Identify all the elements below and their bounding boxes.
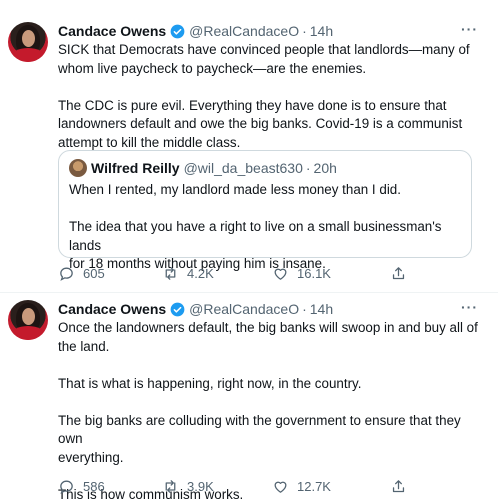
quoted-tweet-line: The idea that you have a right to live o… <box>69 219 442 253</box>
author-handle[interactable]: @RealCandaceO <box>189 301 299 317</box>
share-button[interactable] <box>390 477 415 495</box>
quoted-tweet-line: When I rented, my landlord made less mon… <box>69 182 401 197</box>
verified-badge-icon <box>170 24 185 38</box>
tweet-actions: 605 4.2K 16.1K <box>58 264 458 282</box>
reply-button[interactable]: 586 <box>58 477 105 495</box>
quoted-tweet-timestamp: 20h <box>313 160 337 176</box>
reply-icon <box>60 267 73 281</box>
tweet-line: landowners default and owe the big banks… <box>58 116 463 131</box>
tweet[interactable]: Candace Owens @RealCandaceO · 14h ··· On… <box>0 294 498 500</box>
tweet-line: The big banks are colluding with the gov… <box>58 412 461 447</box>
retweet-count: 3.9K <box>187 478 214 494</box>
tweet-line: That is what is happening, right now, in… <box>58 375 362 391</box>
tweet-text: SICK that Democrats have convinced peopl… <box>58 41 488 152</box>
quoted-tweet[interactable]: Wilfred Reilly @wil_da_beast630 · 20h Wh… <box>58 150 472 271</box>
tweet-actions: 586 3.9K 12.7K <box>58 477 458 495</box>
author-avatar[interactable] <box>8 22 48 62</box>
quoted-author-name: Wilfred Reilly <box>91 160 180 176</box>
author-avatar[interactable] <box>8 300 48 340</box>
reply-count: 605 <box>83 265 105 281</box>
quoted-author-avatar <box>69 159 87 177</box>
quoted-tweet-header: Wilfred Reilly @wil_da_beast630 · 20h <box>91 159 337 177</box>
verified-badge-icon <box>170 302 185 316</box>
tweet-timestamp[interactable]: 14h <box>310 301 333 317</box>
like-count: 16.1K <box>297 265 331 281</box>
retweet-count: 4.2K <box>187 265 214 281</box>
separator-dot: · <box>302 23 307 39</box>
tweet-line: SICK that Democrats have convinced peopl… <box>58 42 470 57</box>
quoted-author-handle: @wil_da_beast630 <box>183 160 303 176</box>
separator-dot: · <box>305 160 311 176</box>
share-icon <box>392 479 405 492</box>
tweet-text: Once the landowners default, the big ban… <box>58 319 488 500</box>
separator-dot: · <box>302 301 307 317</box>
quoted-tweet-text: When I rented, my landlord made less mon… <box>69 181 465 274</box>
tweet[interactable]: Candace Owens @RealCandaceO · 14h ··· SI… <box>0 0 498 293</box>
author-name[interactable]: Candace Owens <box>58 301 166 317</box>
like-button[interactable]: 16.1K <box>272 264 331 282</box>
like-button[interactable]: 12.7K <box>272 477 331 495</box>
tweet-line: whom live paycheck to paycheck—are the e… <box>58 60 367 76</box>
retweet-icon <box>165 479 176 493</box>
retweet-button[interactable]: 3.9K <box>162 477 214 495</box>
tweet-line: The CDC is pure evil. Everything they ha… <box>58 97 447 113</box>
retweet-button[interactable]: 4.2K <box>162 264 214 282</box>
author-name[interactable]: Candace Owens <box>58 23 166 39</box>
reply-count: 586 <box>83 478 105 494</box>
tweet-header: Candace Owens @RealCandaceO · 14h <box>58 300 333 318</box>
reply-button[interactable]: 605 <box>58 264 105 282</box>
share-button[interactable] <box>390 264 415 282</box>
author-handle[interactable]: @RealCandaceO <box>189 23 299 39</box>
share-icon <box>392 266 405 279</box>
tweet-timestamp[interactable]: 14h <box>310 23 333 39</box>
tweet-line: everything. <box>58 449 124 465</box>
retweet-icon <box>165 266 176 280</box>
tweet-line: Once the landowners default, the big ban… <box>58 320 478 335</box>
like-icon <box>274 481 287 493</box>
like-icon <box>274 268 287 280</box>
tweet-header: Candace Owens @RealCandaceO · 14h <box>58 22 333 40</box>
more-options-icon[interactable]: ··· <box>461 21 478 37</box>
like-count: 12.7K <box>297 478 331 494</box>
more-options-icon[interactable]: ··· <box>461 299 478 315</box>
reply-icon <box>60 480 73 494</box>
tweet-line: the land. <box>58 338 110 354</box>
